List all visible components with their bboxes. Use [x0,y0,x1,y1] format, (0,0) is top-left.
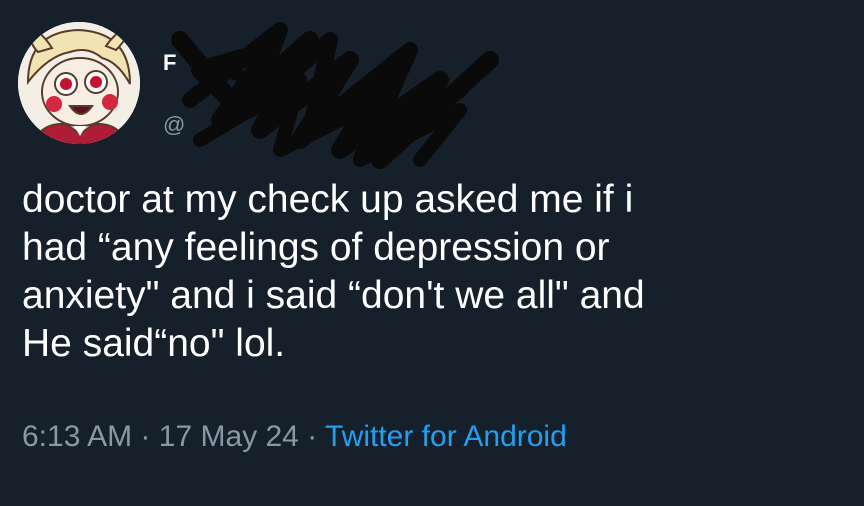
tweet-card: F @ doctor at my check up asked me if i … [0,0,864,506]
tweet-meta: 6:13 AM · 17 May 24 · Twitter for Androi… [22,420,567,454]
tweet-source-link[interactable]: Twitter for Android [325,420,567,453]
avatar[interactable] [18,22,140,144]
tweet-time[interactable]: 6:13 AM [22,420,132,453]
meta-separator: · [307,420,318,453]
meta-separator: · [140,420,151,453]
tweet-date[interactable]: 17 May 24 [159,420,299,453]
tweet-text: doctor at my check up asked me if i had … [22,178,645,365]
redaction-scribble [171,22,499,169]
cartoon-character-avatar-icon [18,22,140,144]
